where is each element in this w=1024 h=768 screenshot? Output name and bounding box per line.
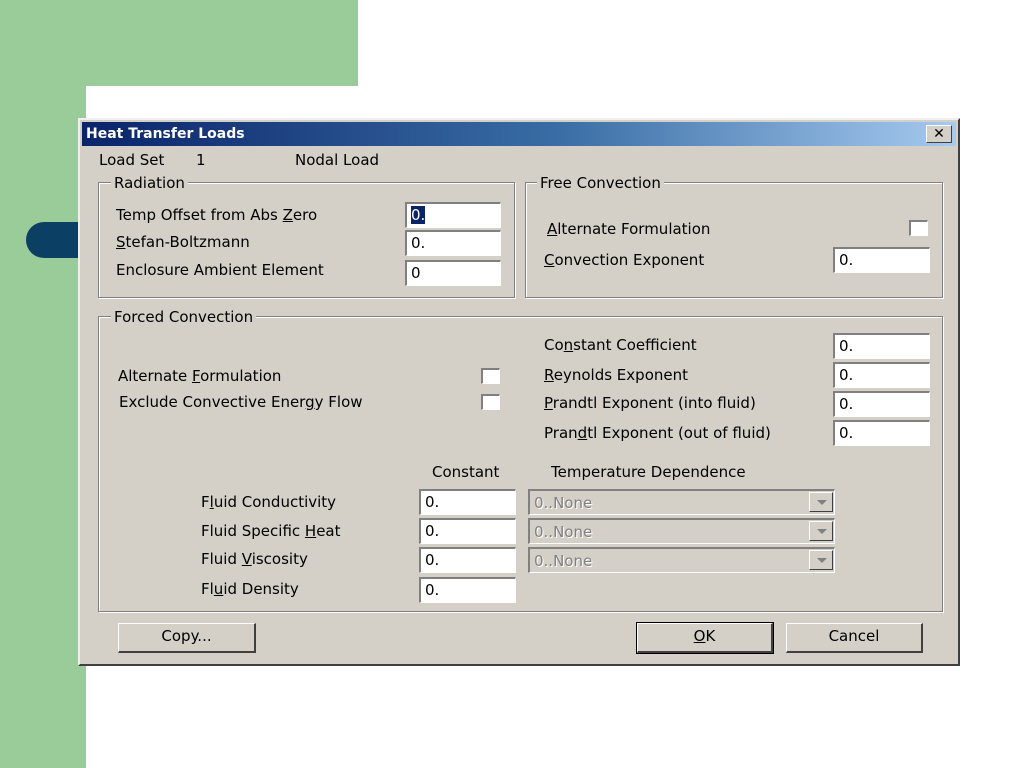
reynolds-exponent-label: Reynolds Exponent bbox=[544, 366, 688, 384]
enclosure-ambient-label: Enclosure Ambient Element bbox=[116, 261, 324, 279]
copy-button[interactable]: Copy... bbox=[118, 623, 256, 653]
chevron-down-icon[interactable] bbox=[809, 521, 833, 541]
prandtl-into-field[interactable]: 0. bbox=[833, 391, 930, 417]
enclosure-ambient-field[interactable]: 0 bbox=[405, 260, 501, 286]
convection-exponent-label: Convection Exponent bbox=[544, 251, 705, 269]
chevron-down-icon[interactable] bbox=[809, 550, 833, 570]
exclude-energy-flow-label: Exclude Convective Energy Flow bbox=[119, 393, 363, 411]
forced-convection-legend: Forced Convection bbox=[111, 308, 257, 326]
load-set-number: 1 bbox=[196, 151, 206, 169]
fluid-conductivity-field[interactable]: 0. bbox=[419, 489, 516, 515]
load-set-type: Nodal Load bbox=[295, 151, 380, 169]
chevron-down-icon[interactable] bbox=[809, 492, 833, 512]
fluid-viscosity-dependence-value: 0..None bbox=[534, 552, 593, 570]
constant-column-header: Constant bbox=[432, 463, 500, 481]
convection-exponent-field[interactable]: 0. bbox=[833, 247, 930, 273]
dialog-titlebar[interactable]: Heat Transfer Loads ✕ bbox=[82, 122, 956, 146]
fluid-conductivity-dependence-value: 0..None bbox=[534, 494, 593, 512]
reynolds-exponent-field[interactable]: 0. bbox=[833, 362, 930, 388]
fluid-viscosity-dependence-select[interactable]: 0..None bbox=[528, 547, 835, 573]
slide-decoration-top-bar bbox=[0, 0, 358, 86]
close-button[interactable]: ✕ bbox=[926, 125, 952, 143]
prandtl-out-field[interactable]: 0. bbox=[833, 420, 930, 446]
exclude-energy-flow-checkbox[interactable] bbox=[481, 394, 500, 410]
ok-button[interactable]: OK bbox=[636, 622, 774, 654]
slide-decoration-left-bar bbox=[0, 0, 86, 768]
free-alternate-formulation-label: Alternate Formulation bbox=[547, 220, 711, 238]
fluid-conductivity-label: Fluid Conductivity bbox=[201, 493, 337, 511]
stefan-boltzmann-field[interactable]: 0. bbox=[405, 230, 501, 256]
forced-alternate-formulation-label: Alternate Formulation bbox=[118, 367, 282, 385]
forced-alternate-formulation-checkbox[interactable] bbox=[481, 368, 500, 384]
cancel-button[interactable]: Cancel bbox=[786, 623, 923, 653]
free-alternate-formulation-checkbox[interactable] bbox=[909, 220, 928, 236]
constant-coefficient-field[interactable]: 0. bbox=[833, 333, 930, 359]
radiation-legend: Radiation bbox=[111, 174, 188, 192]
free-convection-group bbox=[525, 182, 943, 298]
fluid-viscosity-label: Fluid Viscosity bbox=[201, 550, 308, 568]
fluid-density-field[interactable]: 0. bbox=[419, 577, 516, 603]
prandtl-out-label: Prandtl Exponent (out of fluid) bbox=[544, 424, 771, 442]
dialog-title: Heat Transfer Loads bbox=[86, 126, 245, 142]
fluid-viscosity-field[interactable]: 0. bbox=[419, 547, 516, 573]
fluid-specific-heat-field[interactable]: 0. bbox=[419, 518, 516, 544]
fluid-specific-heat-dependence-select[interactable]: 0..None bbox=[528, 518, 835, 544]
heat-transfer-loads-dialog: Heat Transfer Loads ✕ Load Set 1 Nodal L… bbox=[78, 118, 960, 666]
stefan-boltzmann-label: Stefan-Boltzmann bbox=[116, 233, 250, 251]
temperature-dependence-header: Temperature Dependence bbox=[551, 463, 746, 481]
load-set-label: Load Set bbox=[99, 151, 165, 169]
fluid-specific-heat-dependence-value: 0..None bbox=[534, 523, 593, 541]
temp-offset-label: Temp Offset from Abs Zero bbox=[116, 206, 318, 224]
constant-coefficient-label: Constant Coefficient bbox=[544, 336, 697, 354]
fluid-specific-heat-label: Fluid Specific Heat bbox=[201, 522, 341, 540]
ok-button-label: OK bbox=[693, 627, 716, 645]
free-convection-legend: Free Convection bbox=[537, 174, 664, 192]
close-x-icon: ✕ bbox=[933, 126, 945, 142]
fluid-conductivity-dependence-select[interactable]: 0..None bbox=[528, 489, 835, 515]
fluid-density-label: Fluid Density bbox=[201, 580, 299, 598]
prandtl-into-label: Prandtl Exponent (into fluid) bbox=[544, 394, 756, 412]
temp-offset-field[interactable]: 0. bbox=[405, 202, 501, 228]
